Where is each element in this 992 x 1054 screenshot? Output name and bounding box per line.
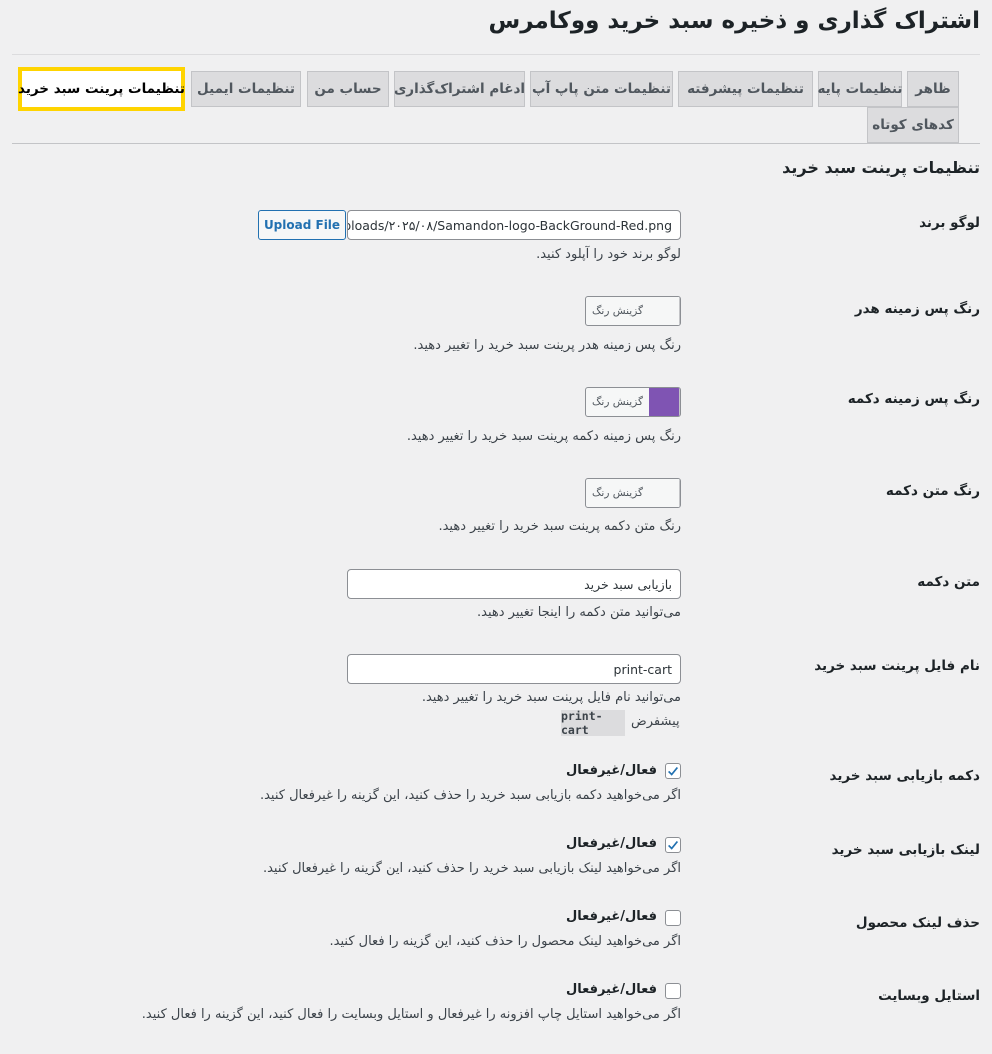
header-bg-swatch: [649, 297, 680, 325]
restore-link-checkbox-label: فعال/غیرفعال: [565, 836, 657, 851]
header-bg-desc: رنگ پس زمینه هدر پرینت سبد خرید را تغییر…: [413, 338, 681, 353]
button-bg-color-picker[interactable]: گزینش رنگ: [585, 387, 681, 417]
website-style-checkbox-label: فعال/غیرفعال: [565, 982, 657, 997]
website-style-checkbox[interactable]: [665, 983, 681, 999]
button-text-color-swatch: [649, 479, 680, 507]
tab-popup-text-settings[interactable]: تنظیمات متن پاپ آپ: [530, 71, 673, 107]
page-title: اشتراک گذاری و ذخیره سبد خرید ووکامرس: [488, 8, 980, 34]
logo-file-value: uploads/۲۰۲۵/۰۸/Samandon-logo-BackGround…: [347, 217, 672, 233]
button-bg-picker-text: گزینش رنگ: [592, 396, 643, 408]
button-text-color-desc: رنگ متن دکمه پرینت سبد خرید را تغییر دهی…: [438, 519, 681, 534]
remove-product-link-desc: اگر می‌خواهید لینک محصول را حذف کنید، ای…: [329, 934, 681, 949]
default-label: پیشفرض: [631, 714, 680, 729]
tabs-divider: [12, 143, 980, 144]
website-style-desc: اگر می‌خواهید استایل چاپ افزونه را غیرفع…: [141, 1007, 681, 1022]
default-value-code: print-cart: [561, 709, 625, 737]
tab-basic-settings[interactable]: تنظیمات پایه: [817, 71, 903, 107]
tab-email-settings[interactable]: تنظیمات ایمیل: [191, 71, 301, 107]
header-bg-picker-text: گزینش رنگ: [592, 305, 643, 317]
section-title: تنظیمات پرینت سبد خرید: [782, 158, 980, 177]
remove-product-link-checkbox[interactable]: [665, 910, 681, 926]
button-bg-desc: رنگ پس زمینه دکمه پرینت سبد خرید را تغیی…: [406, 429, 681, 444]
file-name-input[interactable]: [347, 654, 681, 684]
button-text-input[interactable]: [347, 569, 681, 599]
restore-link-desc: اگر می‌خواهید لینک بازیابی سبد خرید را ح…: [262, 861, 681, 876]
tab-shortcodes[interactable]: کدهای کوتاه: [867, 107, 959, 143]
checkmark-icon: [668, 766, 679, 776]
restore-button-checkbox[interactable]: [665, 763, 681, 779]
tab-print-cart-settings[interactable]: تنظیمات پرینت سبد خرید: [18, 67, 185, 111]
header-bg-label: رنگ پس زمینه هدر: [854, 301, 980, 317]
tab-my-account[interactable]: حساب من: [307, 71, 389, 107]
header-bg-color-picker[interactable]: گزینش رنگ: [585, 296, 681, 326]
button-bg-label: رنگ پس زمینه دکمه: [847, 391, 980, 407]
button-text-color-label: رنگ متن دکمه: [885, 483, 980, 499]
tab-advanced-settings[interactable]: تنظیمات پیشرفته: [678, 71, 813, 107]
logo-label: لوگو برند: [919, 215, 980, 231]
button-bg-swatch: [649, 388, 680, 416]
restore-button-label: دکمه بازیابی سبد خرید: [829, 768, 980, 784]
remove-product-link-checkbox-label: فعال/غیرفعال: [565, 909, 657, 924]
logo-file-field[interactable]: uploads/۲۰۲۵/۰۸/Samandon-logo-BackGround…: [347, 210, 681, 240]
remove-product-link-label: حذف لینک محصول: [855, 915, 980, 931]
button-text-color-picker[interactable]: گزینش رنگ: [585, 478, 681, 508]
file-name-label: نام فایل پرینت سبد خرید: [814, 658, 980, 674]
restore-button-desc: اگر می‌خواهید دکمه بازیابی سبد خرید را ح…: [259, 788, 681, 803]
tab-share-integration[interactable]: ادغام اشتراک‌گذاری: [394, 71, 525, 107]
button-text-label: متن دکمه: [917, 574, 980, 590]
button-text-desc: می‌توانید متن دکمه را اینجا تغییر دهید.: [477, 605, 681, 620]
title-divider: [12, 54, 980, 55]
restore-link-checkbox[interactable]: [665, 837, 681, 853]
restore-link-label: لینک بازیابی سبد خرید: [831, 842, 980, 858]
website-style-label: استایل وبسایت: [878, 988, 980, 1004]
checkmark-icon: [668, 840, 679, 850]
button-text-color-picker-text: گزینش رنگ: [592, 487, 643, 499]
logo-desc: لوگو برند خود را آپلود کنید.: [536, 247, 681, 262]
tab-appearance[interactable]: ظاهر: [907, 71, 959, 107]
restore-button-checkbox-label: فعال/غیرفعال: [565, 763, 657, 778]
file-name-desc: می‌توانید نام فایل پرینت سبد خرید را تغی…: [421, 690, 681, 705]
upload-file-button[interactable]: Upload File: [258, 210, 346, 240]
